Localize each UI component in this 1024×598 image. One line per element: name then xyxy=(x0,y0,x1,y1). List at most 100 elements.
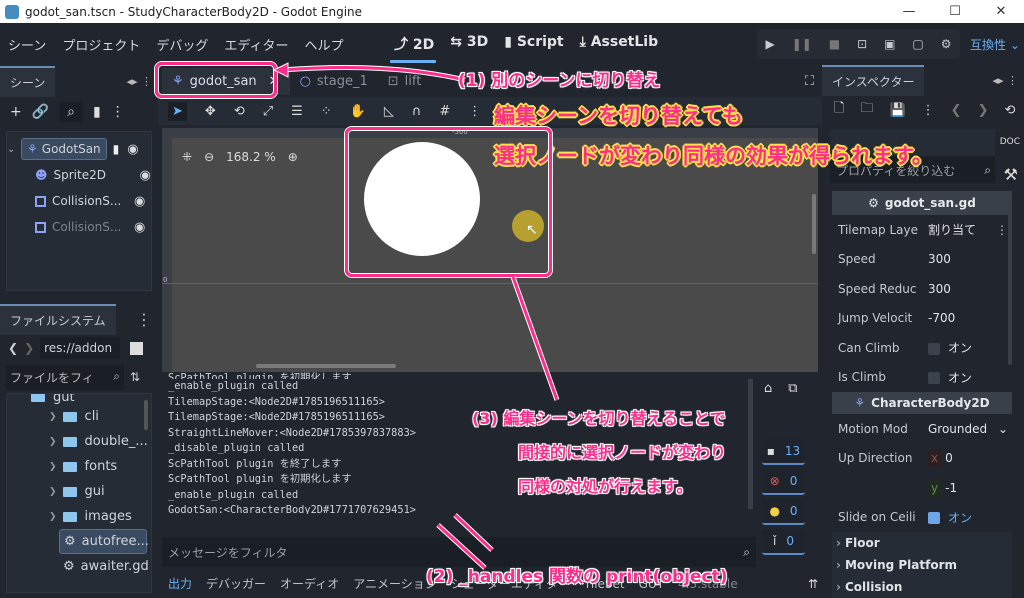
zoom-out-button[interactable]: ⊖ xyxy=(204,150,214,164)
group-collision[interactable]: › Collision xyxy=(832,576,1012,598)
prop-jump-velocity[interactable]: Jump Velocit -700 xyxy=(830,304,1012,334)
inspector-tab[interactable]: インスペクター xyxy=(822,64,925,96)
checkbox[interactable] xyxy=(928,372,940,385)
script-section-header[interactable]: ⚙ godot_san.gd xyxy=(832,191,1012,215)
prop-is-climb[interactable]: Is Climb オン xyxy=(830,363,1012,393)
stop-icon[interactable]: ■ xyxy=(829,37,840,51)
scale-tool-icon[interactable]: ⤢ xyxy=(263,104,273,119)
tree-node-collision-2[interactable]: CollisionS... ◉ xyxy=(7,214,151,240)
more-icon[interactable]: ⋮ xyxy=(111,104,125,120)
play-custom-scene-icon[interactable]: ▢ xyxy=(912,37,923,51)
add-node-icon[interactable]: + xyxy=(10,104,22,120)
tree-node-godotsan[interactable]: ⌄ ⚘ GodotSan ▮ ◉ xyxy=(7,136,151,162)
rotate-tool-icon[interactable]: ⟲ xyxy=(234,104,245,119)
file-tree-item[interactable]: ❯ cli xyxy=(11,404,151,429)
search-icon[interactable]: ⌕ xyxy=(59,102,84,122)
maximize-button[interactable]: ☐ xyxy=(932,4,978,19)
file-tree-item[interactable]: ❯ fonts xyxy=(11,454,151,479)
play-scene-icon[interactable]: ▣ xyxy=(884,37,895,51)
visibility-eye-icon[interactable]: ◉ xyxy=(127,142,138,157)
zoom-in-button[interactable]: ⊕ xyxy=(288,150,298,164)
close-window-button[interactable]: ✕ xyxy=(978,4,1024,19)
tab-debugger[interactable]: デバッガー xyxy=(206,575,266,592)
group-floor[interactable]: › Floor xyxy=(832,532,1012,554)
message-count-toggle[interactable]: ▪ 13 xyxy=(762,439,805,465)
smart-snap-icon[interactable]: ∩ xyxy=(412,104,422,119)
horizontal-scrollbar[interactable] xyxy=(256,364,396,368)
select-tool-icon[interactable]: ➤ xyxy=(168,101,187,121)
prop-motion-mode[interactable]: Motion Mod Grounded ⌄ xyxy=(830,414,1012,444)
path-field[interactable]: res://addon xyxy=(40,337,121,359)
file-tree-item[interactable]: gut xyxy=(11,394,151,405)
sort-icon[interactable]: ⇅ xyxy=(130,370,140,384)
more-icon[interactable]: ⋮ xyxy=(136,310,152,329)
filesystem-dock-tab[interactable]: ファイルシステム xyxy=(0,303,116,335)
copy-log-icon[interactable]: ⧉ xyxy=(788,381,797,396)
history-icon[interactable]: ⟲ xyxy=(1004,103,1015,118)
zoom-reset-icon[interactable]: ⁜ xyxy=(182,150,192,164)
pause-icon[interactable]: ❚❚ xyxy=(792,37,812,51)
dock-arrows-icon[interactable]: ◂▸ ⋮ xyxy=(992,74,1018,87)
mode-assetlib-button[interactable]: ⤓ AssetLib xyxy=(580,34,659,54)
script-attach-icon[interactable]: ▮ xyxy=(93,104,101,120)
editor-message-toggle[interactable]: ǐ0 xyxy=(762,529,805,555)
file-tree-item[interactable]: ❯ images xyxy=(11,504,151,529)
menu-project[interactable]: プロジェクト xyxy=(62,35,140,54)
back-icon[interactable]: ❮ xyxy=(8,341,18,355)
scene-dock-tab[interactable]: シーン xyxy=(0,65,56,97)
expand-panel-icon[interactable]: ⇈ xyxy=(808,577,818,591)
menu-scene[interactable]: シーン xyxy=(8,35,46,54)
prop-up-direction-y[interactable]: y -1 xyxy=(830,473,1012,503)
class-section-header[interactable]: ⚘ CharacterBody2D xyxy=(832,392,1012,414)
visibility-eye-icon[interactable]: ◉ xyxy=(134,194,145,209)
file-tree-item[interactable]: ⚙ awaiter.gd xyxy=(11,554,151,579)
prop-slide-on-ceiling[interactable]: Slide on Ceili オン xyxy=(830,503,1012,533)
inspector-scrollbar[interactable] xyxy=(1008,195,1012,365)
menu-help[interactable]: ヘルプ xyxy=(304,35,343,54)
prop-up-direction-x[interactable]: Up Direction x 0 xyxy=(830,444,1012,474)
save-resource-icon[interactable]: 💾 xyxy=(889,103,905,118)
movie-maker-icon[interactable]: ⚙ xyxy=(941,37,952,51)
prop-speed-reduction[interactable]: Speed Reduc 300 xyxy=(830,274,1012,304)
warning-count-toggle[interactable]: ● 0 xyxy=(762,499,805,525)
open-resource-icon[interactable]: 🗀 xyxy=(860,99,873,121)
tree-node-sprite2d[interactable]: ☻ Sprite2D ◉ xyxy=(7,162,151,188)
menu-debug[interactable]: デバッグ xyxy=(156,35,208,54)
prop-speed[interactable]: Speed 300 xyxy=(830,245,1012,275)
more-icon[interactable]: ⋮ xyxy=(468,104,481,119)
distraction-free-icon[interactable]: ⛶ xyxy=(805,74,814,89)
history-back-icon[interactable]: ❮ xyxy=(951,103,962,118)
tab-output[interactable]: 出力 xyxy=(168,575,192,592)
ruler-tool-icon[interactable]: ◺ xyxy=(384,104,394,119)
pan-tool-icon[interactable]: ✋ xyxy=(350,104,366,119)
new-resource-icon[interactable]: 🗋 xyxy=(834,99,844,121)
mode-script-button[interactable]: ▮ Script xyxy=(504,34,563,54)
remote-debug-icon[interactable]: ⊡ xyxy=(857,37,867,51)
log-scrollbar[interactable] xyxy=(748,379,753,509)
menu-editor[interactable]: エディター xyxy=(224,35,288,54)
forward-icon[interactable]: ❯ xyxy=(24,341,34,355)
visibility-eye-icon[interactable]: ◉ xyxy=(134,220,145,235)
error-count-toggle[interactable]: ⊗ 0 xyxy=(762,469,805,495)
file-tree-item-selected[interactable]: ⚙ autofree... xyxy=(59,529,149,554)
checkbox[interactable] xyxy=(928,342,940,355)
tab-animation[interactable]: アニメーション xyxy=(353,575,437,592)
play-icon[interactable]: ▶ xyxy=(765,37,774,51)
visibility-eye-icon[interactable]: ◉ xyxy=(140,168,151,183)
dock-arrows-icon[interactable]: ◂▸ ⋮ xyxy=(126,75,152,88)
checkbox-checked[interactable] xyxy=(928,512,940,525)
file-filter-input[interactable]: ファイルをフィ ⌕ xyxy=(6,364,124,390)
grid-snap-icon[interactable]: # xyxy=(439,104,450,119)
tab-audio[interactable]: オーディオ xyxy=(280,575,339,592)
file-tree-item[interactable]: ❯ double_... xyxy=(11,429,151,454)
zoom-level[interactable]: 168.2 % xyxy=(226,150,276,164)
tree-node-collision-1[interactable]: CollisionS... ◉ xyxy=(7,188,151,214)
history-forward-icon[interactable]: ❯ xyxy=(978,103,989,118)
prop-tilemap-layer[interactable]: Tilemap Laye 割り当て ⋮ xyxy=(830,215,1012,245)
file-tree-item[interactable]: ❯ gui xyxy=(11,479,151,504)
pivot-tool-icon[interactable]: ⁘ xyxy=(321,104,332,119)
move-tool-icon[interactable]: ✥ xyxy=(205,104,216,119)
clear-log-icon[interactable]: ⌂ xyxy=(764,381,772,396)
vertical-scrollbar[interactable] xyxy=(812,194,816,254)
script-icon[interactable]: ▮ xyxy=(113,142,120,156)
